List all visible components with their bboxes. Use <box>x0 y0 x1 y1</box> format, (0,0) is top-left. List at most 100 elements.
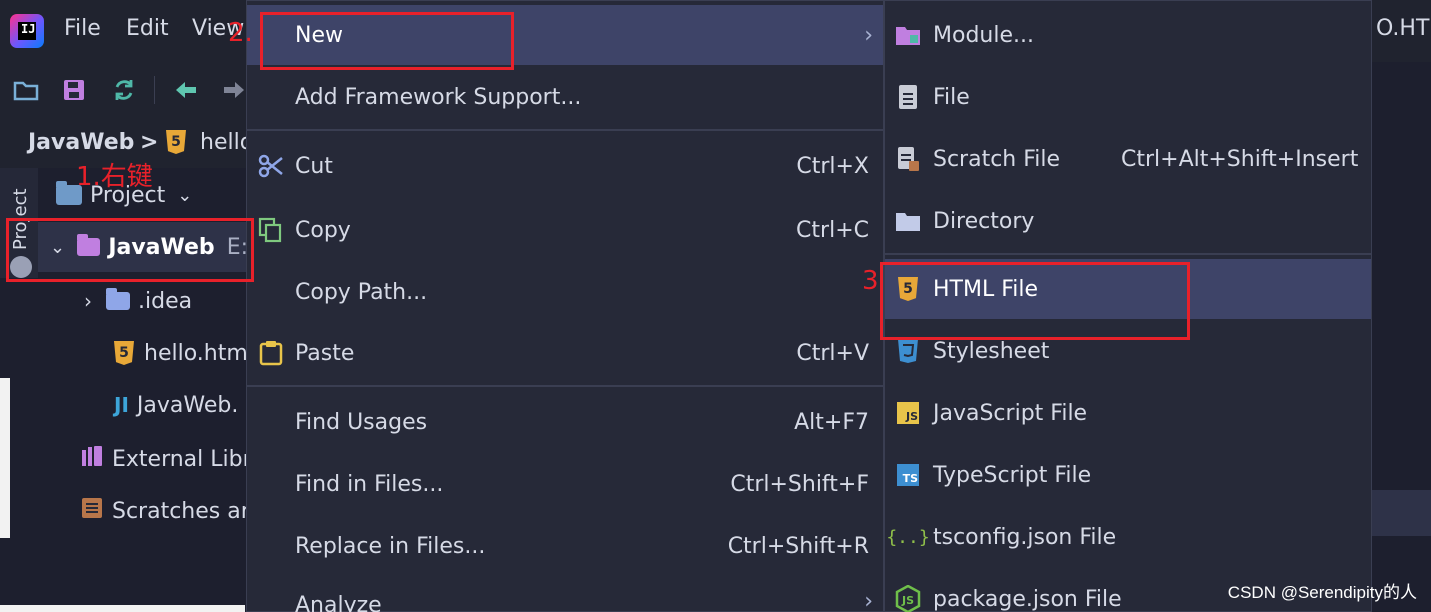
menu-item-shortcut: Alt+F7 <box>794 409 869 435</box>
menu-item-find-in-files[interactable]: Find in Files... Ctrl+Shift+F <box>247 453 883 515</box>
submenu-item-label: Stylesheet <box>933 338 1050 364</box>
tree-item-iml[interactable]: JI JavaWeb. <box>38 380 238 430</box>
submenu-item-label: package.json File <box>933 586 1122 612</box>
menu-item-label: Copy <box>295 217 351 243</box>
tree-item-label: .idea <box>138 288 193 314</box>
svg-text:JS: JS <box>901 594 914 607</box>
submenu-item-label: Module... <box>933 22 1034 48</box>
main-toolbar <box>0 62 250 118</box>
sync-icon[interactable] <box>108 74 140 106</box>
watermark: CSDN @Serendipity的人 <box>1227 583 1417 602</box>
submenu-item-javascript-file[interactable]: JS JavaScript File <box>885 383 1371 443</box>
scissors-icon <box>257 152 285 180</box>
submenu-item-file[interactable]: File <box>885 67 1371 127</box>
open-folder-icon[interactable] <box>10 74 42 106</box>
chevron-right-icon[interactable]: › <box>84 289 92 313</box>
menu-edit[interactable]: Edit <box>126 16 169 41</box>
menu-item-analyze[interactable]: Analyze › <box>247 579 883 612</box>
menu-item-label: Analyze <box>295 593 382 612</box>
folder-icon <box>106 288 130 310</box>
annotation-box-html-file <box>880 262 1190 340</box>
submenu-item-label: Scratch File <box>933 146 1061 172</box>
html5-file-icon: 5 <box>114 341 134 365</box>
menu-item-label: Find Usages <box>295 409 428 435</box>
toolbar-divider <box>154 76 155 104</box>
editor-tab[interactable]: O.HT <box>1376 16 1429 41</box>
submenu-arrow-icon: › <box>864 589 873 612</box>
file-icon <box>895 84 921 110</box>
annotation-step3: 3 <box>862 266 879 296</box>
tree-item-label: hello.htm <box>144 340 248 366</box>
folder-icon <box>895 208 921 234</box>
annotation-step1: 1.右键 <box>76 162 153 192</box>
editor-preview-bottom <box>0 605 245 612</box>
menu-item-label: Replace in Files... <box>295 533 486 559</box>
menu-item-label: Find in Files... <box>295 471 444 497</box>
scratch-file-icon <box>895 146 921 172</box>
menu-separator <box>247 385 883 387</box>
context-menu: New › Add Framework Support... Cut Ctrl+… <box>246 0 884 612</box>
library-icon <box>80 444 104 474</box>
editor-preview-strip <box>0 378 10 538</box>
menu-item-shortcut: Ctrl+V <box>796 340 869 366</box>
json-braces-icon: {..} <box>886 526 930 548</box>
module-file-icon: JI <box>114 393 129 417</box>
tree-item-label: External Libr <box>112 446 252 472</box>
clipboard-icon <box>257 339 285 367</box>
submenu-item-label: JavaScript File <box>933 400 1088 426</box>
menu-item-replace-in-files[interactable]: Replace in Files... Ctrl+Shift+R <box>247 515 883 577</box>
save-icon[interactable] <box>58 74 90 106</box>
tree-item-label: JavaWeb. <box>136 392 239 418</box>
module-folder-icon <box>895 22 921 48</box>
annotation-box-new <box>260 12 514 70</box>
tree-item-idea[interactable]: › .idea <box>38 276 192 326</box>
submenu-item-label: File <box>933 84 970 110</box>
submenu-item-directory[interactable]: Directory <box>885 191 1371 251</box>
menu-item-shortcut: Ctrl+Shift+R <box>727 533 869 559</box>
copy-icon <box>257 216 285 244</box>
annotation-step2: 2. <box>228 18 253 48</box>
tree-item-external-libraries[interactable]: External Libr <box>38 434 252 484</box>
tree-item-hello-html[interactable]: 5 hello.htm <box>38 328 248 378</box>
html5-file-icon: 5 <box>166 130 186 154</box>
submenu-item-scratch-file[interactable]: Scratch File Ctrl+Alt+Shift+Insert <box>885 129 1371 189</box>
submenu-item-label: tsconfig.json File <box>933 524 1117 550</box>
menu-item-shortcut: Ctrl+C <box>796 217 869 243</box>
menu-item-paste[interactable]: Paste Ctrl+V <box>247 323 883 383</box>
menu-file[interactable]: File <box>64 16 101 41</box>
chevron-down-icon[interactable]: ⌄ <box>177 185 192 206</box>
menu-item-copy[interactable]: Copy Ctrl+C <box>247 199 883 261</box>
submenu-item-typescript-file[interactable]: TS TypeScript File <box>885 445 1371 505</box>
typescript-file-icon: TS <box>895 462 921 488</box>
tree-item-scratches[interactable]: Scratches ar <box>38 486 250 536</box>
submenu-item-label: Directory <box>933 208 1035 234</box>
menu-item-label: Cut <box>295 153 333 179</box>
intellij-logo-icon: IJ <box>10 14 44 48</box>
submenu-arrow-icon: › <box>864 22 873 48</box>
menu-item-copy-path[interactable]: Copy Path... <box>247 261 883 323</box>
menu-item-label: Paste <box>295 340 355 366</box>
breadcrumb-separator: > <box>140 130 159 155</box>
submenu-separator <box>885 253 1371 255</box>
nodejs-icon: JS <box>895 585 921 612</box>
menu-item-label: Copy Path... <box>295 279 428 305</box>
menu-item-find-usages[interactable]: Find Usages Alt+F7 <box>247 391 883 453</box>
menu-item-label: Add Framework Support... <box>295 84 582 110</box>
annotation-box-javaweb <box>6 218 254 282</box>
breadcrumb-project[interactable]: JavaWeb <box>28 130 134 155</box>
menu-item-shortcut: Ctrl+X <box>796 153 869 179</box>
submenu-item-module[interactable]: Module... <box>885 5 1371 65</box>
css3-file-icon <box>895 338 921 364</box>
submenu-item-shortcut: Ctrl+Alt+Shift+Insert <box>1121 146 1359 172</box>
tree-item-label: Scratches ar <box>112 498 250 524</box>
editor-selected-line <box>1372 490 1431 536</box>
submenu-item-tsconfig[interactable]: {..} tsconfig.json File <box>885 507 1371 567</box>
menu-item-add-framework-support[interactable]: Add Framework Support... <box>247 67 883 127</box>
back-arrow-icon[interactable] <box>170 74 202 106</box>
menu-item-shortcut: Ctrl+Shift+F <box>730 471 869 497</box>
menu-separator <box>247 129 883 131</box>
javascript-file-icon: JS <box>895 400 921 426</box>
scratches-icon <box>80 496 104 526</box>
submenu-item-label: TypeScript File <box>933 462 1092 488</box>
menu-item-cut[interactable]: Cut Ctrl+X <box>247 135 883 197</box>
